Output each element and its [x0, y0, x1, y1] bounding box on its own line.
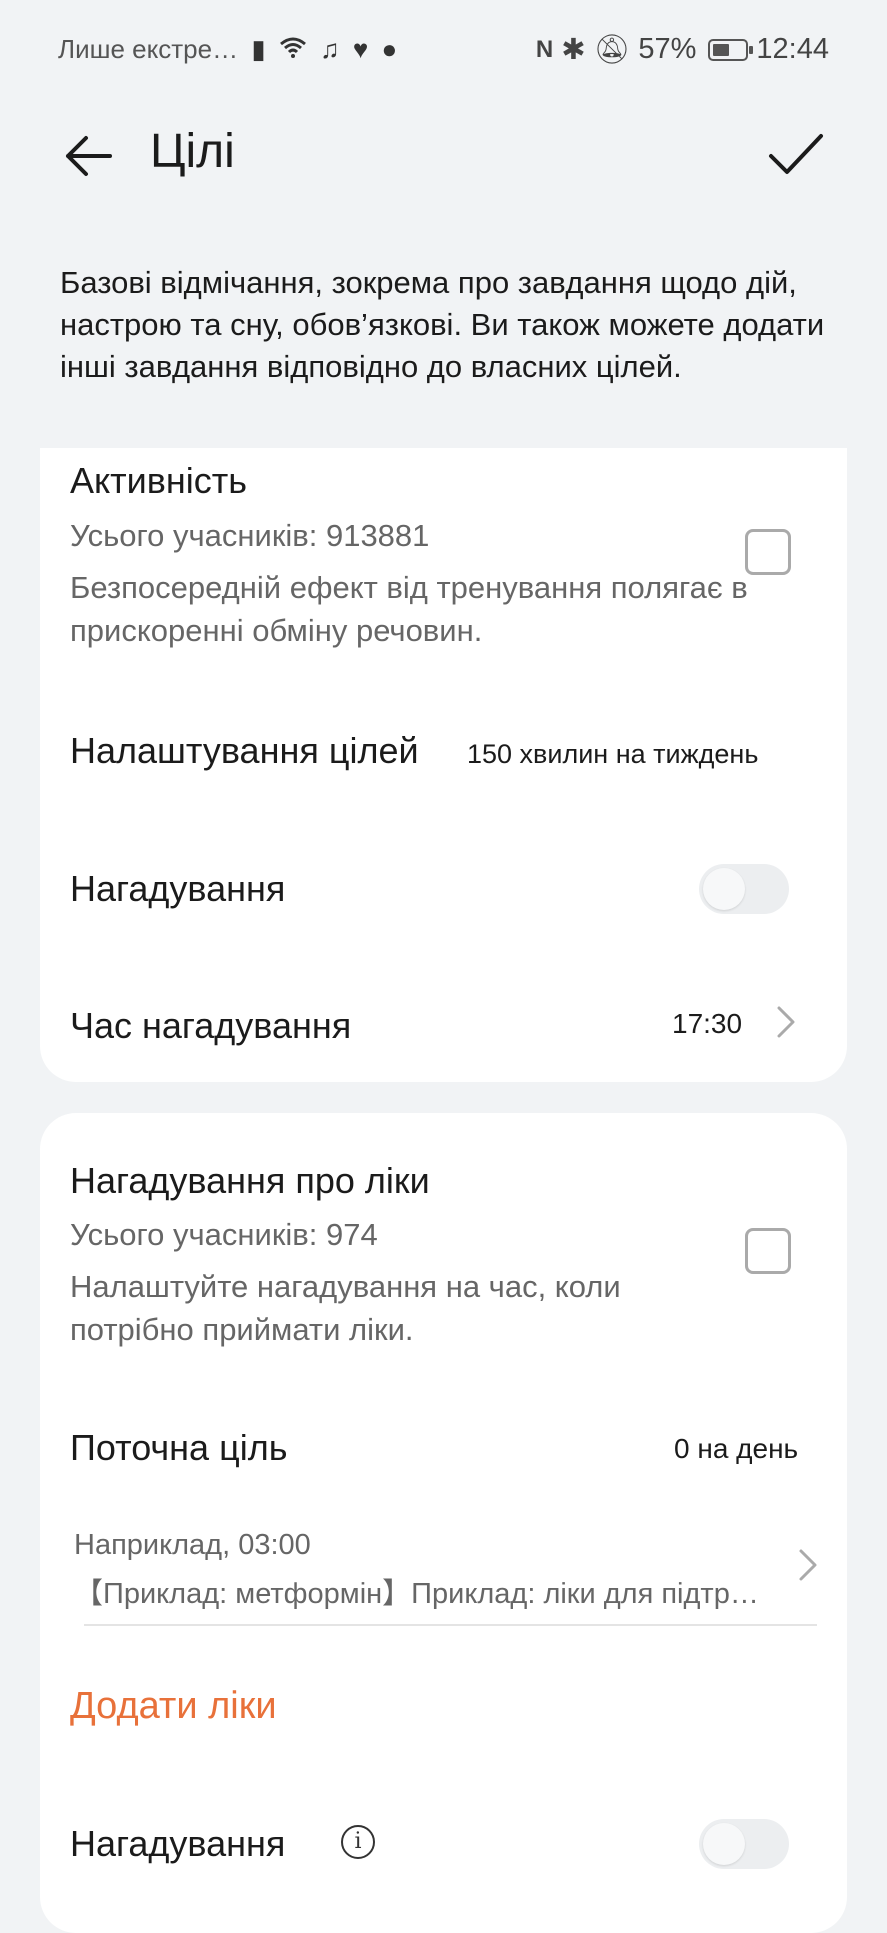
clock: 12:44	[756, 33, 829, 65]
carrier-text: Лише екстре…	[58, 34, 239, 64]
example-time: Наприклад, 03:00	[74, 1529, 311, 1561]
checkmark-icon[interactable]	[765, 124, 827, 186]
wifi-icon	[279, 34, 314, 64]
medication-participants: Усього учасників: 974	[70, 1217, 378, 1252]
medication-description: Налаштуйте нагадування на час, коли потр…	[70, 1269, 621, 1347]
music-icon: ♫	[320, 34, 340, 64]
activity-checkbox[interactable]	[745, 529, 791, 575]
toggle-knob	[703, 1823, 745, 1865]
sim-icon: ▮	[251, 34, 266, 64]
reminder-time-label[interactable]: Час нагадування	[70, 1005, 351, 1047]
battery-percent: 57%	[638, 33, 697, 65]
chat-icon: ●	[381, 34, 398, 64]
add-medication-button[interactable]: Додати ліки	[70, 1685, 277, 1728]
chevron-right-icon[interactable]	[797, 1547, 819, 1583]
status-right: N ✱ 🔕︎ 57% 12:44	[536, 32, 829, 67]
info-icon[interactable]: i	[341, 1825, 375, 1859]
medication-checkbox[interactable]	[745, 1228, 791, 1274]
intro-text: Базові відмічання, зокрема про завдання …	[60, 265, 825, 384]
mute-icon: 🔕︎	[593, 33, 631, 66]
battery-icon	[708, 38, 754, 61]
divider	[84, 1624, 817, 1626]
status-left: Лише екстре… ▮ ♫ ♥ ●	[58, 34, 397, 65]
activity-description: Безпосередній ефект від тренування поляг…	[70, 570, 748, 648]
medication-reminder-label: Нагадування	[70, 1823, 286, 1864]
heart-icon: ♥	[352, 34, 369, 64]
example-names: 【Приклад: метформін】Приклад: ліки для пі…	[74, 1578, 759, 1610]
activity-card: Активність Усього учасників: 913881 Безп…	[40, 448, 847, 1082]
activity-title: Активність	[70, 460, 248, 501]
goal-settings-value[interactable]: 150 хвилин на тиждень	[467, 739, 758, 770]
activity-reminder-label: Нагадування	[70, 868, 286, 909]
current-goal-value: 0 на день	[674, 1433, 799, 1464]
medication-example-item[interactable]: Наприклад, 03:00 【Приклад: метформін】При…	[74, 1529, 814, 1612]
current-goal-label: Поточна ціль	[70, 1427, 288, 1468]
status-bar: Лише екстре… ▮ ♫ ♥ ● N ✱ 🔕︎ 57% 12:44	[0, 0, 887, 100]
toggle-knob	[703, 868, 745, 910]
medication-card: Нагадування про ліки Усього учасників: 9…	[40, 1113, 847, 1933]
medication-reminder-toggle[interactable]	[699, 1819, 789, 1869]
bluetooth-icon: ✱	[561, 34, 586, 66]
activity-participants: Усього учасників: 913881	[70, 518, 430, 553]
battery-fill	[713, 43, 730, 56]
activity-reminder-toggle[interactable]	[699, 864, 789, 914]
back-arrow-icon[interactable]	[60, 128, 116, 184]
goal-settings-label[interactable]: Налаштування цілей	[70, 730, 419, 772]
chevron-right-icon[interactable]	[775, 1004, 797, 1040]
medication-title: Нагадування про ліки	[70, 1160, 430, 1201]
nfc-icon: N	[535, 35, 554, 63]
page-title: Цілі	[150, 125, 235, 178]
app-header: Цілі	[0, 110, 887, 200]
reminder-time-value[interactable]: 17:30	[672, 1008, 742, 1040]
